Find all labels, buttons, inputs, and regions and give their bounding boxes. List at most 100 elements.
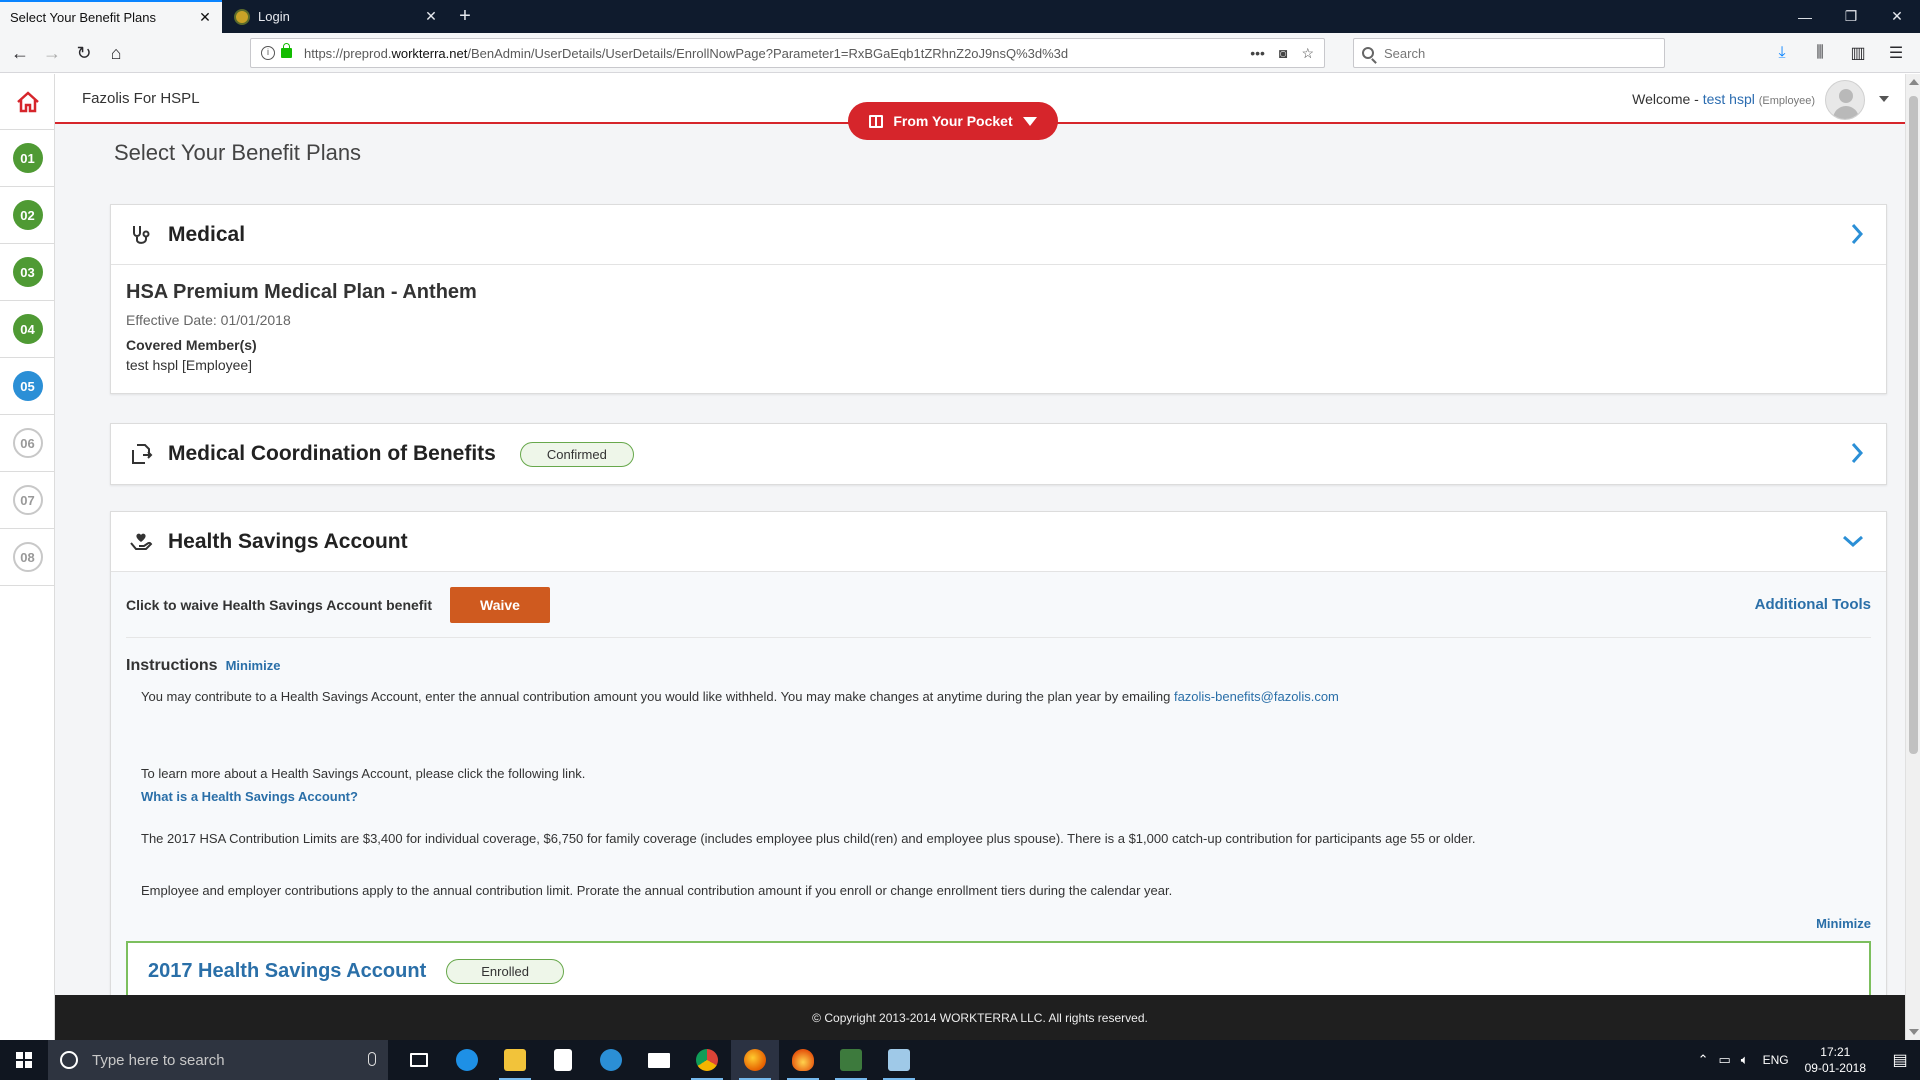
- scroll-thumb[interactable]: [1909, 96, 1918, 754]
- edge-icon: [456, 1049, 478, 1071]
- language-indicator[interactable]: ENG: [1763, 1053, 1789, 1067]
- instructions-paragraph: To learn more about a Health Savings Acc…: [141, 766, 586, 781]
- waive-button[interactable]: Waive: [450, 586, 550, 623]
- search-icon: [1362, 47, 1374, 59]
- chevron-right-icon[interactable]: [1850, 442, 1864, 464]
- chevron-right-icon[interactable]: [1850, 223, 1864, 245]
- user-name-link[interactable]: test hspl: [1703, 91, 1755, 107]
- clock[interactable]: 17:21 09-01-2018: [1805, 1044, 1866, 1076]
- action-center-icon[interactable]: ▤: [1880, 1040, 1920, 1080]
- sidebar-icon[interactable]: ▥: [1844, 39, 1872, 67]
- tab-select-benefit-plans[interactable]: Select Your Benefit Plans ✕: [0, 0, 222, 33]
- step-07[interactable]: 07: [0, 472, 55, 529]
- step-03[interactable]: 03: [0, 244, 55, 301]
- taskbar-app-flame[interactable]: [779, 1040, 827, 1080]
- card-title: Medical Coordination of Benefits: [168, 442, 496, 465]
- tab-title: Login: [258, 9, 290, 24]
- taskbar-app-notes[interactable]: [875, 1040, 923, 1080]
- download-icon[interactable]: ⤓: [1768, 39, 1796, 67]
- lock-icon: [281, 43, 292, 58]
- avatar[interactable]: [1825, 80, 1865, 120]
- task-view-button[interactable]: [395, 1040, 443, 1080]
- medical-card-header[interactable]: Medical: [111, 205, 1886, 265]
- system-tray: ⌃ ▭ 🔈︎ ENG 17:21 09-01-2018 ▤: [1698, 1040, 1920, 1080]
- chrome-icon: [696, 1049, 718, 1071]
- clock-date: 09-01-2018: [1804, 1061, 1866, 1075]
- step-08[interactable]: 08: [0, 529, 55, 586]
- close-icon[interactable]: ✕: [198, 9, 212, 26]
- gift-icon: [869, 114, 884, 128]
- network-icon[interactable]: ▭: [1718, 1052, 1730, 1068]
- home-icon[interactable]: ⌂: [102, 39, 130, 67]
- scroll-down-icon[interactable]: [1909, 1029, 1919, 1035]
- bookmark-star-icon[interactable]: ☆: [1301, 45, 1314, 62]
- additional-tools-link[interactable]: Additional Tools: [1755, 596, 1871, 613]
- page-scrollbar[interactable]: [1905, 74, 1920, 1040]
- taskbar-store[interactable]: [539, 1040, 587, 1080]
- step-06[interactable]: 06: [0, 415, 55, 472]
- card-title: Health Savings Account: [168, 529, 408, 553]
- hand-heart-icon: [129, 530, 153, 554]
- url-text[interactable]: https://preprod.workterra.net/BenAdmin/U…: [304, 46, 1250, 61]
- email-link[interactable]: fazolis-benefits@fazolis.com: [1174, 689, 1339, 704]
- library-icon[interactable]: ⫼: [1806, 39, 1834, 67]
- step-05[interactable]: 05: [0, 358, 55, 415]
- taskbar-firefox[interactable]: [731, 1040, 779, 1080]
- step-04[interactable]: 04: [0, 301, 55, 358]
- new-tab-button[interactable]: +: [452, 4, 478, 30]
- caret-down-icon: [1022, 116, 1037, 126]
- close-icon[interactable]: ✕: [424, 8, 438, 25]
- taskbar-search-input[interactable]: Type here to search: [48, 1040, 388, 1080]
- effective-date: Effective Date: 01/01/2018: [126, 312, 291, 328]
- back-icon[interactable]: ←: [6, 39, 34, 67]
- site-info-icon[interactable]: i: [261, 46, 275, 60]
- hsa-plan-card[interactable]: 2017 Health Savings Account Enrolled: [126, 941, 1871, 1001]
- hsa-plan-title[interactable]: 2017 Health Savings Account: [148, 960, 426, 983]
- close-window-icon[interactable]: ✕: [1874, 0, 1920, 33]
- mail-icon: [648, 1052, 670, 1068]
- step-navigation: 01 02 03 04 05 06 07 08: [0, 74, 55, 1040]
- folder-icon: [504, 1049, 526, 1071]
- taskbar-browser-blue[interactable]: [587, 1040, 635, 1080]
- instructions-paragraph: You may contribute to a Health Savings A…: [141, 689, 1339, 704]
- browser-search-input[interactable]: Search: [1353, 38, 1665, 68]
- home-button[interactable]: [0, 74, 55, 130]
- cob-card-header[interactable]: Medical Coordination of Benefits Confirm…: [111, 424, 1886, 484]
- page-actions-icon[interactable]: •••: [1250, 45, 1265, 62]
- taskbar-file-explorer[interactable]: [491, 1040, 539, 1080]
- task-view-icon: [410, 1053, 428, 1067]
- minimize-link[interactable]: Minimize: [126, 916, 1871, 931]
- taskbar-chrome[interactable]: [683, 1040, 731, 1080]
- page-footer: © Copyright 2013-2014 WORKTERRA LLC. All…: [55, 995, 1905, 1040]
- from-your-pocket-button[interactable]: From Your Pocket: [848, 102, 1058, 140]
- start-button[interactable]: [0, 1040, 48, 1080]
- waive-label: Click to waive Health Savings Account be…: [126, 596, 432, 613]
- step-01[interactable]: 01: [0, 130, 55, 187]
- volume-icon[interactable]: 🔈︎: [1741, 1052, 1749, 1068]
- instructions-title: Instructions: [126, 657, 218, 674]
- pocket-save-icon[interactable]: ◙: [1279, 45, 1287, 62]
- forward-icon[interactable]: →: [38, 39, 66, 67]
- reload-icon[interactable]: ↻: [70, 39, 98, 67]
- minimize-window-icon[interactable]: —: [1782, 0, 1828, 33]
- microphone-icon[interactable]: [368, 1052, 376, 1066]
- menu-icon[interactable]: ☰: [1882, 39, 1910, 67]
- compass-icon: [600, 1049, 622, 1071]
- restore-window-icon[interactable]: ❐: [1828, 0, 1874, 33]
- taskbar-mail[interactable]: [635, 1040, 683, 1080]
- chevron-down-icon[interactable]: [1879, 96, 1889, 102]
- show-hidden-icons-icon[interactable]: ⌃: [1698, 1052, 1709, 1068]
- scroll-up-icon[interactable]: [1909, 79, 1919, 85]
- store-icon: [554, 1049, 572, 1071]
- step-02[interactable]: 02: [0, 187, 55, 244]
- minimize-link[interactable]: Minimize: [226, 658, 281, 673]
- chevron-down-icon[interactable]: [1842, 534, 1864, 548]
- cortana-icon: [60, 1051, 78, 1069]
- taskbar-app-spreadsheet[interactable]: [827, 1040, 875, 1080]
- what-is-hsa-link[interactable]: What is a Health Savings Account?: [126, 789, 1871, 804]
- url-bar[interactable]: i https://preprod.workterra.net/BenAdmin…: [250, 38, 1325, 68]
- hsa-card-header[interactable]: Health Savings Account: [111, 512, 1886, 572]
- tab-login[interactable]: Login ✕: [224, 0, 448, 33]
- tab-title: Select Your Benefit Plans: [10, 10, 156, 25]
- taskbar-edge[interactable]: [443, 1040, 491, 1080]
